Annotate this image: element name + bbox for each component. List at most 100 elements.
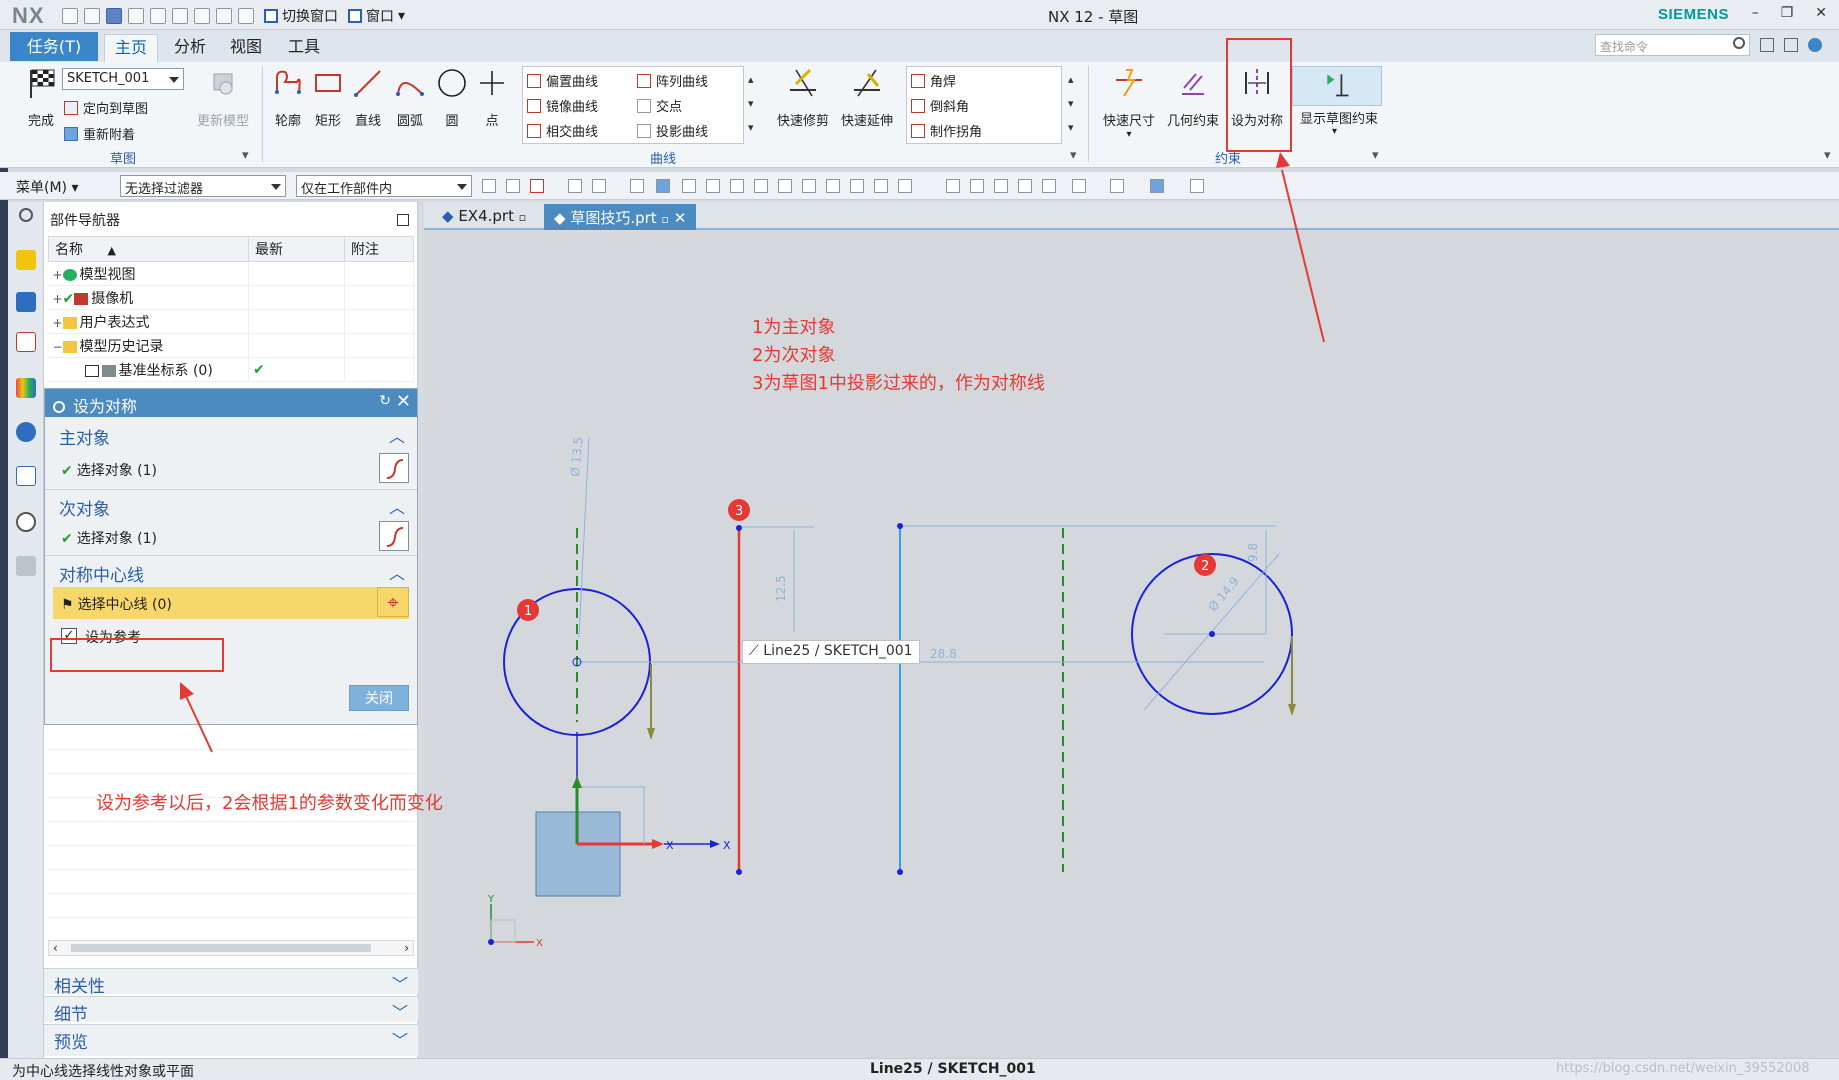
- point-button[interactable]: 点: [468, 66, 516, 129]
- tree-row[interactable]: +✔ 摄像机: [48, 285, 414, 310]
- offset-curve-button[interactable]: 偏置曲线: [527, 71, 598, 90]
- scroll-right-icon[interactable]: ›: [404, 941, 409, 955]
- snap-icon[interactable]: [730, 179, 744, 193]
- snap-icon[interactable]: [898, 179, 912, 193]
- pattern-curve-button[interactable]: 阵列曲线: [637, 71, 708, 90]
- collapse-icon[interactable]: −: [53, 340, 63, 354]
- window-menu-button[interactable]: 窗口 ▾: [348, 6, 405, 26]
- tree-row[interactable]: + 模型视图: [48, 261, 414, 286]
- line-button[interactable]: 直线: [344, 66, 392, 129]
- collapse-ribbon-icon[interactable]: [1784, 38, 1798, 52]
- quick-extend-button[interactable]: 快速延伸: [834, 66, 900, 129]
- arc-button[interactable]: 圆弧: [386, 66, 434, 129]
- update-model-button[interactable]: 更新模型: [188, 66, 258, 129]
- task-menu-button[interactable]: 任务(T): [10, 32, 98, 61]
- info-icon[interactable]: [16, 422, 36, 442]
- copy-icon[interactable]: [172, 8, 188, 24]
- intersection-point-button[interactable]: 交点: [637, 96, 682, 115]
- paste-icon[interactable]: [194, 8, 210, 24]
- sketch-name-select[interactable]: SKETCH_001: [62, 68, 184, 90]
- chevron-down-icon[interactable]: ▾: [1096, 129, 1162, 140]
- constraint-navigator-icon[interactable]: [16, 292, 36, 312]
- dimension-height-left[interactable]: 12.5: [774, 575, 788, 602]
- chevron-up-icon[interactable]: ︿: [389, 423, 405, 447]
- secondary-object-section[interactable]: 次对象 ︿: [45, 489, 417, 520]
- close-icon[interactable]: ✕: [674, 209, 687, 227]
- tree-row[interactable]: 基准坐标系 (0) ✔: [48, 357, 414, 382]
- expand-icon[interactable]: +: [53, 268, 63, 282]
- curve-group-expand-icon[interactable]: ▾: [1070, 148, 1077, 163]
- snap-icon[interactable]: [682, 179, 696, 193]
- project-curve-button[interactable]: 投影曲线: [637, 121, 708, 140]
- make-corner-button[interactable]: 制作拐角: [911, 121, 982, 140]
- gear-icon[interactable]: [19, 208, 33, 222]
- close-button[interactable]: 关闭: [349, 685, 409, 711]
- mirror-curve-button[interactable]: 镜像曲线: [527, 96, 598, 115]
- selection-tool-icon[interactable]: [568, 179, 582, 193]
- chevron-down-icon[interactable]: ﹀: [392, 971, 408, 995]
- selection-tool-icon[interactable]: [506, 179, 520, 193]
- center-point-2[interactable]: [1209, 631, 1215, 637]
- switch-window-button[interactable]: 切换窗口: [264, 6, 338, 26]
- orient-to-sketch-button[interactable]: 定向到草图: [64, 98, 148, 117]
- main-menu-button[interactable]: 菜单(M) ▾: [16, 177, 79, 197]
- tree-row[interactable]: − 模型历史记录: [48, 333, 414, 358]
- curve-gallery-scroll[interactable]: ▴ ▾ ▾: [748, 68, 754, 140]
- close-icon[interactable]: ✕: [396, 391, 411, 412]
- endpoint[interactable]: [736, 869, 742, 875]
- column-header-latest[interactable]: 最新: [248, 236, 345, 262]
- chamfer-button[interactable]: 倒斜角: [911, 96, 969, 115]
- sketch-group-expand-icon[interactable]: ▾: [242, 148, 249, 163]
- restore-icon[interactable]: ❐: [1781, 5, 1794, 21]
- curve-select-button[interactable]: [379, 521, 409, 551]
- quick-trim-button[interactable]: 快速修剪: [770, 66, 836, 129]
- graphics-window[interactable]: Ø 13.5 Ø 14.9 9.8 12.5 28.8 1 2 3 X X Y …: [424, 232, 1839, 1058]
- column-header-name[interactable]: 名称 ▲: [48, 236, 249, 262]
- selection-tool-icon[interactable]: [592, 179, 606, 193]
- snap-icon[interactable]: [850, 179, 864, 193]
- column-header-notes[interactable]: 附注: [344, 236, 414, 262]
- fillet-button[interactable]: 角焊: [911, 71, 956, 90]
- show-sketch-constraints-button[interactable]: [1292, 66, 1382, 106]
- snap-icon[interactable]: [706, 179, 720, 193]
- selection-tool-icon[interactable]: [630, 179, 644, 193]
- reuse-library-icon[interactable]: [16, 378, 36, 398]
- sketch-canvas[interactable]: Ø 13.5 Ø 14.9 9.8 12.5 28.8 1 2 3 X X Y …: [424, 232, 1839, 1058]
- tab-home[interactable]: 主页: [104, 34, 159, 62]
- checkbox-icon[interactable]: [84, 364, 99, 377]
- maximize-icon[interactable]: [397, 214, 409, 226]
- details-section[interactable]: 细节 ﹀: [44, 996, 418, 1025]
- endpoint[interactable]: [897, 869, 903, 875]
- help-icon[interactable]: [1808, 38, 1822, 52]
- intersection-curve-button[interactable]: 相交曲线: [527, 121, 598, 140]
- dependencies-section[interactable]: 相关性 ﹀: [44, 968, 418, 997]
- endpoint[interactable]: [736, 525, 742, 531]
- file-tab-sketch-tips[interactable]: ◆ 草图技巧.prt ▫ ✕: [544, 204, 697, 230]
- save-icon[interactable]: [62, 8, 78, 24]
- redo-icon[interactable]: [128, 8, 144, 24]
- roles-icon[interactable]: [16, 556, 36, 576]
- secondary-select-row[interactable]: ✔ 选择对象 (1): [53, 521, 409, 553]
- scroll-left-icon[interactable]: ‹: [53, 941, 58, 955]
- tab-tools[interactable]: 工具: [278, 34, 330, 62]
- primary-object-section[interactable]: 主对象 ︿: [45, 419, 417, 449]
- view-tool-icon[interactable]: [1042, 179, 1056, 193]
- undo-icon[interactable]: [106, 8, 122, 24]
- view-tool-icon[interactable]: [970, 179, 984, 193]
- selection-filter-select[interactable]: 无选择过滤器: [120, 175, 286, 197]
- chevron-down-icon[interactable]: ▾: [1332, 126, 1337, 137]
- fullscreen-icon[interactable]: [1760, 38, 1774, 52]
- expand-icon[interactable]: +: [53, 292, 63, 306]
- save-all-icon[interactable]: [84, 8, 100, 24]
- command-search-input[interactable]: 查找命令: [1595, 34, 1750, 56]
- dialog-gear-icon[interactable]: [53, 401, 65, 413]
- corner-gallery-scroll[interactable]: ▴ ▾ ▾: [1068, 68, 1074, 140]
- web-browser-icon[interactable]: [16, 466, 36, 486]
- geometric-constraints-button[interactable]: 几何约束: [1160, 66, 1226, 129]
- tab-analysis[interactable]: 分析: [164, 34, 216, 62]
- selection-scope-select[interactable]: 仅在工作部件内: [296, 175, 472, 197]
- curve-select-button[interactable]: [379, 453, 409, 483]
- scrollbar-thumb[interactable]: [71, 944, 371, 952]
- chevron-up-icon[interactable]: ︿: [389, 560, 405, 584]
- minimize-icon[interactable]: –: [1752, 5, 1759, 21]
